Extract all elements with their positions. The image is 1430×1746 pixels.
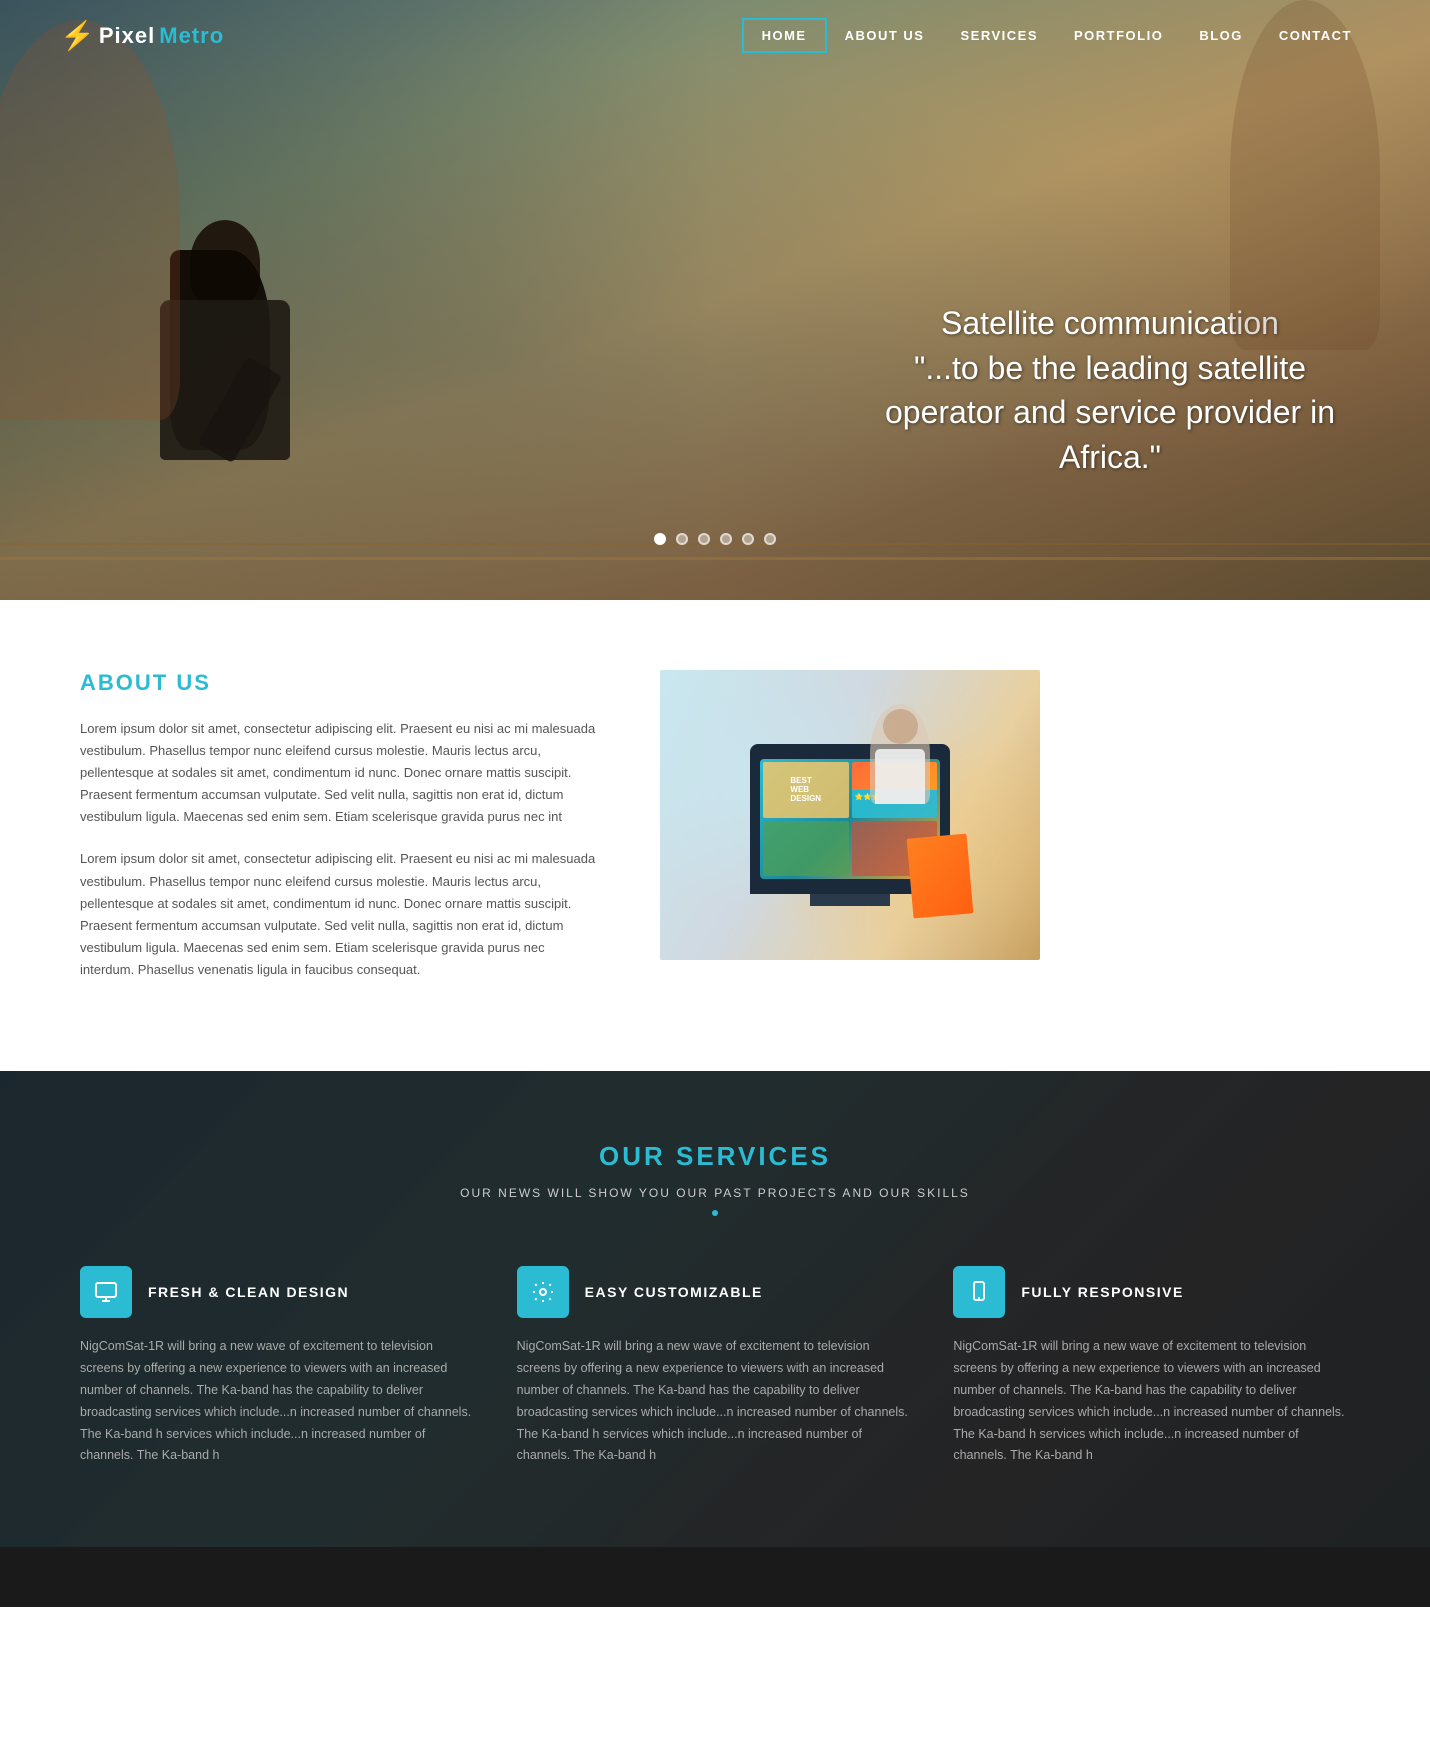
footer-spacer xyxy=(0,1547,1430,1607)
services-subtitle: OUR NEWS WILL SHOW YOU OUR PAST PROJECTS… xyxy=(80,1186,1350,1200)
about-section: ABOUT US Lorem ipsum dolor sit amet, con… xyxy=(0,600,1430,1071)
logo: ⚡ PixelMetro xyxy=(60,19,224,52)
nav-services[interactable]: SERVICES xyxy=(942,20,1056,51)
services-inner: OUR SERVICES OUR NEWS WILL SHOW YOU OUR … xyxy=(80,1141,1350,1467)
services-section: OUR SERVICES OUR NEWS WILL SHOW YOU OUR … xyxy=(0,1071,1430,1547)
service-card-title-1: FRESH & CLEAN DESIGN xyxy=(148,1284,349,1300)
bench-line1 xyxy=(0,557,1430,560)
about-title: ABOUT US xyxy=(80,670,600,696)
hero-dot-3[interactable] xyxy=(698,533,710,545)
person-graphic xyxy=(870,704,930,804)
monitor-icon xyxy=(94,1280,118,1304)
nav-home[interactable]: HOME xyxy=(742,18,827,53)
hero-dot-2[interactable] xyxy=(676,533,688,545)
service-icon-2 xyxy=(517,1266,569,1318)
service-icon-row-3: FULLY RESPONSIVE xyxy=(953,1266,1350,1318)
service-card-text-3: NigComSat-1R will bring a new wave of ex… xyxy=(953,1336,1350,1467)
header: ⚡ PixelMetro HOME ABOUT US SERVICES PORT… xyxy=(0,0,1430,71)
services-title: OUR SERVICES xyxy=(80,1141,1350,1172)
hero-dot-1[interactable] xyxy=(654,533,666,545)
hero-line3: operator and service provider in Africa.… xyxy=(885,394,1335,475)
service-card-text-2: NigComSat-1R will bring a new wave of ex… xyxy=(517,1336,914,1467)
monitor-base xyxy=(810,894,890,906)
about-image-inner: BESTWEBDESIGN ⭐⭐⭐ xyxy=(660,670,1040,960)
hero-figure xyxy=(140,220,320,540)
logo-icon: ⚡ xyxy=(60,19,95,52)
service-card-title-2: EASY CUSTOMIZABLE xyxy=(585,1284,763,1300)
service-card-text-1: NigComSat-1R will bring a new wave of ex… xyxy=(80,1336,477,1467)
nav-portfolio[interactable]: PORTFOLIO xyxy=(1056,20,1181,51)
hero-dot-6[interactable] xyxy=(764,533,776,545)
book-graphic xyxy=(907,834,974,919)
logo-text-pixel: Pixel xyxy=(99,23,155,49)
hero-dots xyxy=(654,533,776,545)
hero-dot-5[interactable] xyxy=(742,533,754,545)
about-content: ABOUT US Lorem ipsum dolor sit amet, con… xyxy=(80,670,600,1001)
services-grid: FRESH & CLEAN DESIGN NigComSat-1R will b… xyxy=(80,1266,1350,1467)
service-card-1: FRESH & CLEAN DESIGN NigComSat-1R will b… xyxy=(80,1266,477,1467)
main-nav: HOME ABOUT US SERVICES PORTFOLIO BLOG CO… xyxy=(742,18,1370,53)
hero-dot-4[interactable] xyxy=(720,533,732,545)
mobile-icon xyxy=(967,1280,991,1304)
hero-section: Satellite communication "...to be the le… xyxy=(0,0,1430,600)
service-card-title-3: FULLY RESPONSIVE xyxy=(1021,1284,1183,1300)
gear-icon xyxy=(531,1280,555,1304)
service-icon-row-2: EASY CUSTOMIZABLE xyxy=(517,1266,914,1318)
nav-about[interactable]: ABOUT US xyxy=(827,20,943,51)
service-card-3: FULLY RESPONSIVE NigComSat-1R will bring… xyxy=(953,1266,1350,1467)
hero-title: Satellite communication "...to be the le… xyxy=(870,301,1350,480)
about-paragraph-1: Lorem ipsum dolor sit amet, consectetur … xyxy=(80,718,600,828)
service-icon-1 xyxy=(80,1266,132,1318)
service-icon-row-1: FRESH & CLEAN DESIGN xyxy=(80,1266,477,1318)
service-card-2: EASY CUSTOMIZABLE NigComSat-1R will brin… xyxy=(517,1266,914,1467)
service-icon-3 xyxy=(953,1266,1005,1318)
hero-line2: "...to be the leading satellite xyxy=(914,350,1306,386)
logo-text-metro: Metro xyxy=(159,23,224,49)
hero-line1: Satellite communication xyxy=(941,305,1279,341)
hero-left-overlay xyxy=(0,0,715,600)
hero-text-block: Satellite communication "...to be the le… xyxy=(870,301,1350,480)
nav-contact[interactable]: CONTACT xyxy=(1261,20,1370,51)
about-paragraph-2: Lorem ipsum dolor sit amet, consectetur … xyxy=(80,848,600,981)
services-divider-dot xyxy=(712,1210,718,1216)
nav-blog[interactable]: BLOG xyxy=(1181,20,1261,51)
about-image: BESTWEBDESIGN ⭐⭐⭐ xyxy=(660,670,1040,960)
